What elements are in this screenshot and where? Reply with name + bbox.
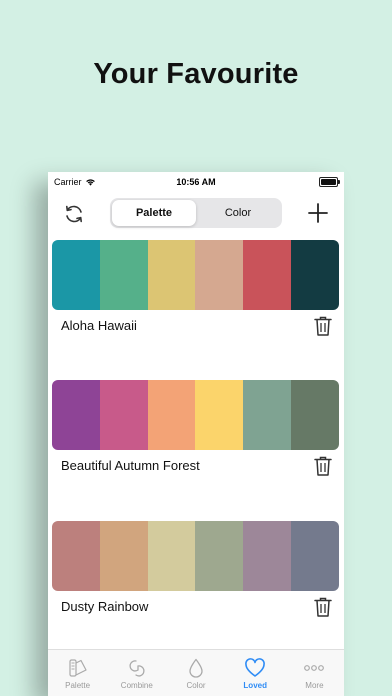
tab-more[interactable]: More	[285, 650, 344, 696]
color-swatch	[243, 380, 292, 450]
refresh-icon[interactable]	[62, 202, 86, 226]
tab-label: Color	[186, 681, 206, 690]
status-time: 10:56 AM	[176, 177, 216, 187]
color-swatch	[99, 240, 148, 310]
color-swatch	[147, 521, 196, 591]
trash-icon[interactable]	[313, 596, 333, 618]
tab-label: More	[305, 681, 324, 690]
palette-swatches[interactable]	[52, 240, 339, 310]
tab-palette[interactable]: Palette	[48, 650, 107, 696]
tab-label: Loved	[243, 681, 267, 690]
segment-palette[interactable]: Palette	[112, 200, 196, 226]
color-swatch	[99, 521, 148, 591]
palette-color-segmented-control: Palette Color	[110, 198, 282, 228]
palette-name: Beautiful Autumn Forest	[61, 458, 200, 473]
segment-color[interactable]: Color	[196, 200, 280, 226]
droplet-icon	[189, 658, 203, 678]
palette-card[interactable]: Dusty Rainbow	[52, 521, 339, 617]
tab-color[interactable]: Color	[166, 650, 225, 696]
palette-swatch-icon	[68, 659, 87, 677]
trash-icon[interactable]	[313, 455, 333, 477]
palette-swatches[interactable]	[52, 380, 339, 450]
tab-label: Combine	[120, 681, 153, 690]
palette-swatches[interactable]	[52, 521, 339, 591]
status-bar: Carrier 10:56 AM	[48, 172, 344, 190]
tab-combine[interactable]: Combine	[107, 650, 166, 696]
more-dots-icon	[304, 665, 325, 671]
palette-card[interactable]: Aloha Hawaii	[52, 240, 339, 336]
color-swatch	[291, 380, 339, 450]
color-swatch	[243, 521, 292, 591]
color-swatch	[243, 240, 292, 310]
trash-icon[interactable]	[313, 315, 333, 337]
palette-name: Dusty Rainbow	[61, 599, 149, 614]
color-swatch	[52, 521, 100, 591]
battery-icon	[319, 177, 340, 187]
tab-bar: Palette Combine Color Loved More	[48, 649, 344, 696]
add-icon[interactable]	[306, 201, 330, 225]
nav-bar: Palette Color	[48, 196, 344, 230]
color-swatch	[195, 380, 244, 450]
tab-loved[interactable]: Loved	[226, 650, 285, 696]
palette-name: Aloha Hawaii	[61, 318, 137, 333]
color-swatch	[291, 240, 339, 310]
combine-icon	[129, 660, 145, 677]
color-swatch	[195, 521, 244, 591]
heart-icon	[245, 658, 266, 677]
color-swatch	[147, 380, 196, 450]
color-swatch	[52, 380, 100, 450]
color-swatch	[147, 240, 196, 310]
color-swatch	[99, 380, 148, 450]
page-headline: Your Favourite	[93, 58, 299, 90]
color-swatch	[195, 240, 244, 310]
color-swatch	[52, 240, 100, 310]
phone-screen: Carrier 10:56 AM Palette Color Aloha Haw…	[48, 172, 344, 696]
tab-label: Palette	[65, 681, 91, 690]
color-swatch	[291, 521, 339, 591]
palette-card[interactable]: Beautiful Autumn Forest	[52, 380, 339, 476]
